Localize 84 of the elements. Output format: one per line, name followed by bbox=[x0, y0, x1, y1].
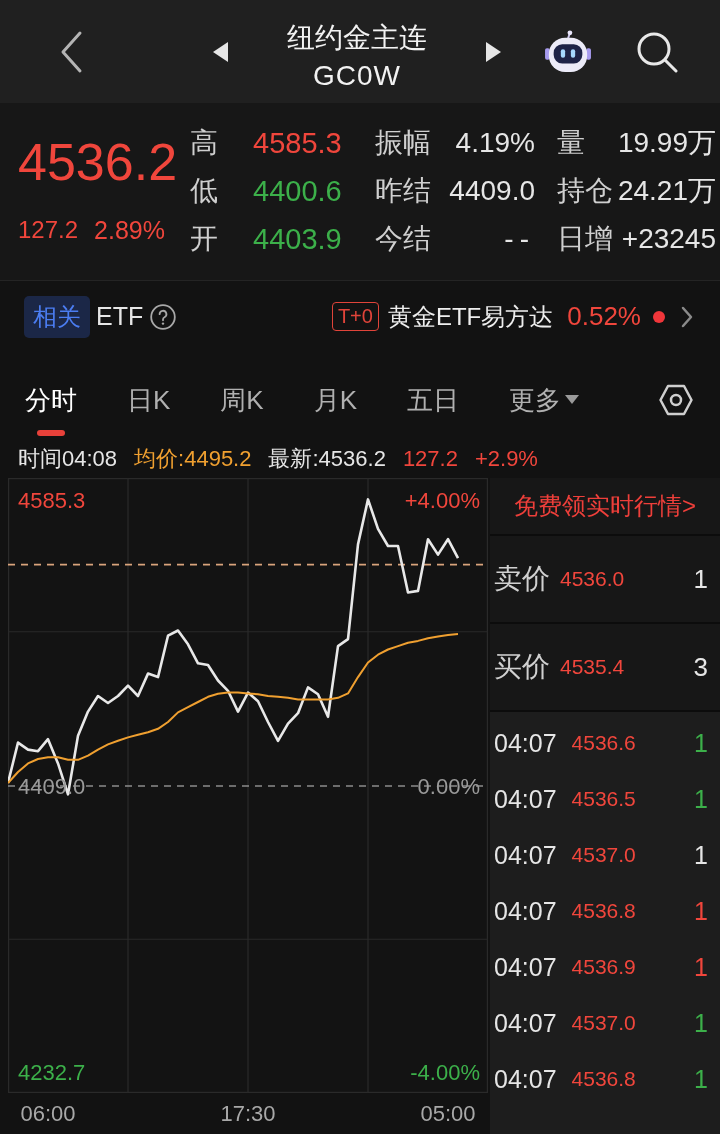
chart-tab[interactable]: 五日 bbox=[407, 382, 460, 436]
instrument-title: 纽约金主连 bbox=[287, 20, 427, 55]
change-percent-readout: +2.9% bbox=[474, 446, 538, 472]
order-price: 4535.4 bbox=[560, 655, 625, 679]
stat-label: 高 bbox=[190, 126, 218, 160]
order-volume: 3 bbox=[693, 651, 708, 683]
chart-tab[interactable]: 分时 bbox=[25, 382, 77, 436]
time-readout: 时间04:08 bbox=[18, 445, 118, 473]
stat-value: 4409.0 bbox=[449, 175, 535, 207]
trade-time: 04:07 bbox=[494, 1064, 557, 1094]
change-readout: 127.2 bbox=[402, 446, 458, 472]
price-axis-label: 4585.3 bbox=[18, 488, 86, 514]
order-label: 卖价 bbox=[494, 562, 550, 596]
last-price: 4536.2 bbox=[18, 132, 178, 192]
time-axis-label: 05:00 bbox=[420, 1100, 476, 1128]
trade-volume: 1 bbox=[694, 840, 708, 870]
stat-value: 4.19% bbox=[455, 127, 535, 159]
price-axis-label: 4232.7 bbox=[18, 1060, 86, 1086]
trade-price: 4536.9 bbox=[571, 955, 636, 979]
help-icon[interactable] bbox=[150, 303, 177, 330]
stat-value: 4403.9 bbox=[253, 222, 342, 256]
stat-label: 持仓 bbox=[557, 174, 613, 208]
trade-price: 4536.5 bbox=[571, 787, 636, 811]
stat-value: 4585.3 bbox=[253, 126, 342, 160]
trade-price: 4536.8 bbox=[571, 1067, 636, 1091]
etf-label: ETF bbox=[96, 302, 144, 331]
time-axis-label: 06:00 bbox=[20, 1100, 76, 1128]
instrument-code: GC0W bbox=[313, 58, 401, 93]
trade-volume: 1 bbox=[694, 896, 708, 926]
caret-down-icon bbox=[565, 395, 580, 405]
realtime-quote-link[interactable]: 免费领实时行情> bbox=[490, 478, 720, 534]
stat-label: 昨结 bbox=[375, 174, 431, 208]
stat-label: 量 bbox=[557, 126, 585, 160]
robot-icon[interactable] bbox=[544, 29, 592, 74]
price-change: 127.2 bbox=[18, 215, 79, 245]
chart-tab[interactable]: 周K bbox=[220, 382, 264, 436]
search-icon[interactable] bbox=[636, 30, 678, 73]
trade-price: 4537.0 bbox=[571, 843, 636, 867]
stat-value: 4400.6 bbox=[253, 174, 342, 208]
percent-axis-label: 0.00% bbox=[417, 774, 480, 800]
order-price: 4536.0 bbox=[560, 567, 625, 591]
chevron-right-icon[interactable] bbox=[681, 305, 693, 328]
stat-label: 低 bbox=[190, 174, 218, 208]
stat-value: -- bbox=[504, 223, 535, 255]
latest-price-readout: 最新:4536.2 bbox=[268, 445, 386, 473]
stat-label: 日增 bbox=[557, 222, 613, 256]
fund-change: 0.52% bbox=[567, 301, 641, 332]
trade-volume: 1 bbox=[694, 784, 708, 814]
trade-time: 04:07 bbox=[494, 896, 557, 926]
order-volume: 1 bbox=[693, 563, 708, 595]
percent-axis-label: +4.00% bbox=[404, 488, 480, 514]
dot-icon bbox=[653, 310, 665, 323]
trade-time: 04:07 bbox=[494, 952, 557, 982]
trade-time: 04:07 bbox=[494, 784, 557, 814]
chart-tab[interactable]: 更多 bbox=[509, 382, 580, 436]
stat-label: 今结 bbox=[375, 222, 431, 256]
trade-volume: 1 bbox=[694, 952, 708, 982]
fund-name-link[interactable]: 黄金ETF易方达 bbox=[387, 300, 554, 333]
trade-volume: 1 bbox=[694, 728, 708, 758]
trade-volume: 1 bbox=[694, 1008, 708, 1038]
trade-price: 4536.8 bbox=[571, 899, 636, 923]
price-change-percent: 2.89% bbox=[94, 215, 165, 245]
stat-label: 振幅 bbox=[375, 126, 431, 160]
stat-value: 19.99万 bbox=[617, 126, 716, 160]
stat-label: 开 bbox=[190, 222, 218, 256]
trade-price: 4537.0 bbox=[571, 1011, 636, 1035]
trade-time: 04:07 bbox=[494, 1008, 557, 1038]
average-price-readout: 均价:4495.2 bbox=[134, 445, 252, 473]
order-label: 买价 bbox=[494, 650, 550, 684]
trade-price: 4536.6 bbox=[571, 731, 636, 755]
chart-tab[interactable]: 月K bbox=[313, 382, 358, 436]
percent-axis-label: -4.00% bbox=[410, 1060, 480, 1086]
stat-value: 24.21万 bbox=[617, 174, 716, 208]
trade-time: 04:07 bbox=[494, 728, 557, 758]
stat-value: +23245 bbox=[621, 223, 716, 255]
time-axis-label: 17:30 bbox=[220, 1100, 276, 1128]
trade-time: 04:07 bbox=[494, 840, 557, 870]
trading-badge: T+0 bbox=[331, 302, 379, 331]
chart-tab[interactable]: 日K bbox=[127, 382, 171, 436]
left-triangle-icon[interactable] bbox=[213, 41, 228, 62]
settings-icon[interactable] bbox=[659, 383, 693, 417]
related-tag: 相关 bbox=[24, 295, 90, 338]
trade-volume: 1 bbox=[694, 1064, 708, 1094]
right-triangle-icon[interactable] bbox=[486, 41, 501, 62]
